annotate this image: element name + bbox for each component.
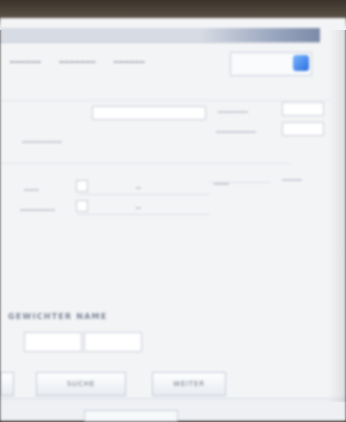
panel-label-2: ▁▁▁▁▁▁▁ [20,204,56,211]
panel-checkbox-2[interactable] [76,200,88,212]
bottom-control[interactable] [84,410,178,422]
titlebar-accent [200,28,320,42]
name-field-1[interactable] [24,332,82,352]
menu-item-2[interactable]: ▁▁▁▁▁▁▁ [59,56,96,63]
menu-item-1[interactable]: ▁▁▁▁▁▁ [10,56,41,63]
label-right-1: ▁▁▁▁▁▁ [218,106,249,113]
search-button[interactable]: SUCHE [36,372,126,396]
left-edge-button[interactable] [0,372,14,396]
panel-row-line-1 [78,194,210,195]
logo [230,52,312,76]
panel-value-2: ▁ [136,202,142,209]
panel-row-line-2 [78,214,210,215]
panel-label-4: ▁▁▁▁ [282,174,303,181]
detail-panel: ▁▁▁ ▁▁▁▁▁▁▁ ▁▁▁ ▁▁▁▁ ▁ ▁ [0,163,302,284]
app-icon [293,55,309,71]
right-input-1[interactable] [282,102,324,116]
screen: ▁▁▁▁▁▁ ▁▁▁▁▁▁▁ ▁▁▁▁▁▁ ▁▁▁▁▁▁▁▁ ▁▁▁▁▁▁ ▁▁… [0,18,346,422]
section-title: GEWICHTER NAME [8,312,108,321]
name-field-2[interactable] [84,332,142,352]
screen-edge-shadow [328,30,346,402]
window-titlebar [0,28,320,43]
panel-checkbox-1[interactable] [76,180,88,192]
panel-divider [210,182,270,183]
panel-label-1: ▁▁▁ [24,184,40,191]
right-input-2[interactable] [282,122,324,136]
top-input[interactable] [92,106,206,120]
header-row [0,86,330,101]
label-right-2: ▁▁▁▁▁▁▁▁ [216,126,257,133]
menu-item-3[interactable]: ▁▁▁▁▁▁ [114,56,145,63]
panel-value-1: ▁ [136,182,142,189]
next-button[interactable]: WEITER [152,372,226,396]
label-top-left: ▁▁▁▁▁▁▁▁ [22,136,63,143]
